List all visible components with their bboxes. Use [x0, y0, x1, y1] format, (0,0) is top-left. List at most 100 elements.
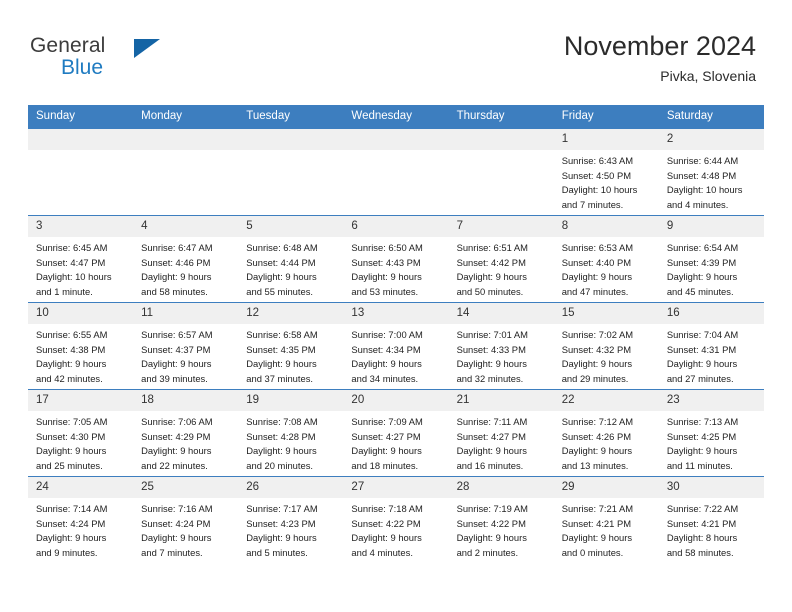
- day-details: Sunrise: 6:57 AM Sunset: 4:37 PM Daylight:…: [133, 324, 238, 386]
- daylight-text-line1: Daylight: 9 hours: [666, 358, 738, 370]
- weekday-header-sunday: Sunday: [28, 105, 134, 129]
- day-details: Sunrise: 7:06 AM Sunset: 4:29 PM Daylight:…: [133, 411, 238, 473]
- sunrise-text: Sunrise: 6:50 AM: [351, 242, 423, 253]
- day-details: Sunrise: 6:47 AM Sunset: 4:46 PM Daylight:…: [133, 237, 238, 299]
- daylight-text-line1: Daylight: 9 hours: [456, 271, 527, 283]
- weekday-header-thursday: Thursday: [448, 105, 554, 129]
- daylight-text-line2: and 1 minute.: [36, 285, 93, 297]
- sunrise-text: Sunrise: 6:44 AM: [666, 155, 739, 166]
- sunset-text: Sunset: 4:22 PM: [351, 517, 421, 529]
- daylight-text-line2: and 16 minutes.: [456, 459, 524, 471]
- daylight-text-line1: Daylight: 9 hours: [666, 271, 738, 283]
- sunset-text: Sunset: 4:26 PM: [561, 430, 632, 442]
- day-details: Sunrise: 6:44 AM Sunset: 4:48 PM Daylight:…: [659, 150, 764, 212]
- calendar-day-cell[interactable]: 14 Sunrise: 7:01 AM Sunset: 4:33 PM Dayligh…: [448, 302, 554, 390]
- daylight-text-line2: and 5 minutes.: [246, 546, 308, 558]
- calendar-day-cell[interactable]: 8 Sunrise: 6:53 AM Sunset: 4:40 PM Daylight…: [553, 215, 659, 303]
- calendar-day-cell[interactable]: 20 Sunrise: 7:09 AM Sunset: 4:27 PM Dayligh…: [343, 389, 449, 477]
- calendar-day-cell[interactable]: 15 Sunrise: 7:02 AM Sunset: 4:32 PM Dayligh…: [553, 302, 659, 390]
- calendar-day-cell[interactable]: 5 Sunrise: 6:48 AM Sunset: 4:44 PM Daylight…: [238, 215, 344, 303]
- calendar-day-cell[interactable]: 29 Sunrise: 7:21 AM Sunset: 4:21 PM Dayligh…: [553, 476, 659, 563]
- calendar-day-cell[interactable]: 12 Sunrise: 6:58 AM Sunset: 4:35 PM Dayligh…: [238, 302, 344, 390]
- day-details: Sunrise: 6:45 AM Sunset: 4:47 PM Daylight:…: [28, 237, 133, 299]
- day-number: 20: [343, 390, 449, 411]
- calendar-day-cell[interactable]: 7 Sunrise: 6:51 AM Sunset: 4:42 PM Daylight…: [448, 215, 554, 303]
- sunrise-text: Sunrise: 6:43 AM: [561, 155, 634, 166]
- calendar-day-cell[interactable]: 25 Sunrise: 7:16 AM Sunset: 4:24 PM Dayligh…: [133, 476, 239, 563]
- sunset-text: Sunset: 4:42 PM: [456, 256, 526, 268]
- calendar-day-cell[interactable]: 30 Sunrise: 7:22 AM Sunset: 4:21 PM Dayligh…: [658, 476, 764, 563]
- page-header: General Blue November 2024 Pivka, Sloven…: [0, 0, 792, 104]
- calendar-day-cell[interactable]: 28 Sunrise: 7:19 AM Sunset: 4:22 PM Dayligh…: [448, 476, 554, 563]
- daylight-text-line1: Daylight: 9 hours: [246, 358, 317, 370]
- calendar-day-cell[interactable]: 21 Sunrise: 7:11 AM Sunset: 4:27 PM Dayligh…: [448, 389, 554, 477]
- sunset-text: Sunset: 4:35 PM: [246, 343, 316, 355]
- sunrise-text: Sunrise: 6:48 AM: [246, 242, 318, 253]
- day-number: 8: [553, 216, 659, 237]
- daylight-text-line1: Daylight: 9 hours: [456, 445, 527, 457]
- calendar-day-cell[interactable]: 23 Sunrise: 7:13 AM Sunset: 4:25 PM Dayligh…: [658, 389, 764, 477]
- calendar-day-cell[interactable]: 6 Sunrise: 6:50 AM Sunset: 4:43 PM Daylight…: [343, 215, 449, 303]
- day-number: 1: [553, 129, 659, 150]
- calendar-day-cell[interactable]: 16 Sunrise: 7:04 AM Sunset: 4:31 PM Dayligh…: [658, 302, 764, 390]
- calendar-week-row: 3 Sunrise: 6:45 AM Sunset: 4:47 PM Daylight…: [28, 215, 764, 303]
- day-details: Sunrise: 7:08 AM Sunset: 4:28 PM Daylight:…: [238, 411, 343, 473]
- sunset-text: Sunset: 4:25 PM: [666, 430, 737, 442]
- day-details: Sunrise: 6:58 AM Sunset: 4:35 PM Daylight:…: [238, 324, 343, 386]
- day-number: 9: [658, 216, 764, 237]
- calendar-day-cell[interactable]: 1 Sunrise: 6:43 AM Sunset: 4:50 PM Daylight…: [553, 128, 659, 216]
- sunrise-text: Sunrise: 7:02 AM: [561, 329, 634, 340]
- weekday-header-monday: Monday: [133, 105, 239, 129]
- day-details: Sunrise: 7:17 AM Sunset: 4:23 PM Daylight:…: [238, 498, 343, 560]
- sunset-text: Sunset: 4:23 PM: [246, 517, 316, 529]
- calendar-day-cell[interactable]: 10 Sunrise: 6:55 AM Sunset: 4:38 PM Dayligh…: [28, 302, 134, 390]
- daylight-text-line2: and 13 minutes.: [561, 459, 629, 471]
- sunset-text: Sunset: 4:31 PM: [666, 343, 737, 355]
- sunset-text: Sunset: 4:22 PM: [456, 517, 526, 529]
- daylight-text-line1: Daylight: 9 hours: [351, 532, 422, 544]
- day-details: Sunrise: 7:01 AM Sunset: 4:33 PM Daylight:…: [449, 324, 554, 386]
- sunrise-text: Sunrise: 7:12 AM: [561, 416, 634, 427]
- sunrise-text: Sunrise: 7:11 AM: [456, 416, 528, 427]
- day-number: 30: [658, 477, 764, 498]
- calendar-day-cell[interactable]: 19 Sunrise: 7:08 AM Sunset: 4:28 PM Dayligh…: [238, 389, 344, 477]
- day-details: Sunrise: 6:50 AM Sunset: 4:43 PM Daylight:…: [343, 237, 448, 299]
- calendar-day-cell[interactable]: 24 Sunrise: 7:14 AM Sunset: 4:24 PM Dayligh…: [28, 476, 134, 563]
- logo-text-general: General: [30, 34, 106, 57]
- day-number: 4: [133, 216, 239, 237]
- calendar-day-cell[interactable]: 13 Sunrise: 7:00 AM Sunset: 4:34 PM Dayligh…: [343, 302, 449, 390]
- calendar-day-cell[interactable]: 18 Sunrise: 7:06 AM Sunset: 4:29 PM Dayligh…: [133, 389, 239, 477]
- calendar-day-cell[interactable]: 26 Sunrise: 7:17 AM Sunset: 4:23 PM Dayligh…: [238, 476, 344, 563]
- day-details: Sunrise: 7:19 AM Sunset: 4:22 PM Daylight:…: [449, 498, 554, 560]
- daylight-text-line2: and 25 minutes.: [36, 459, 103, 471]
- calendar-day-cell[interactable]: 4 Sunrise: 6:47 AM Sunset: 4:46 PM Daylight…: [133, 215, 239, 303]
- logo-text-blue: Blue: [61, 56, 104, 79]
- day-details: Sunrise: 6:51 AM Sunset: 4:42 PM Daylight:…: [449, 237, 554, 299]
- day-details: Sunrise: 7:09 AM Sunset: 4:27 PM Daylight:…: [343, 411, 448, 473]
- daylight-text-line2: and 39 minutes.: [141, 372, 208, 384]
- daylight-text-line2: and 2 minutes.: [456, 546, 519, 558]
- sunrise-text: Sunrise: 7:21 AM: [561, 503, 634, 514]
- calendar-day-cell[interactable]: 27 Sunrise: 7:18 AM Sunset: 4:22 PM Dayligh…: [343, 476, 449, 563]
- weekday-header-wednesday: Wednesday: [343, 105, 449, 129]
- general-blue-logo[interactable]: General Blue: [30, 34, 230, 90]
- day-details: Sunrise: 6:53 AM Sunset: 4:40 PM Daylight:…: [554, 237, 659, 299]
- calendar-day-cell[interactable]: 2 Sunrise: 6:44 AM Sunset: 4:48 PM Daylight…: [658, 128, 764, 216]
- daylight-text-line2: and 7 minutes.: [561, 198, 624, 210]
- day-number: 7: [448, 216, 554, 237]
- daylight-text-line2: and 50 minutes.: [456, 285, 524, 297]
- day-number: 10: [28, 303, 134, 324]
- sunset-text: Sunset: 4:27 PM: [351, 430, 421, 442]
- calendar-day-cell[interactable]: 22 Sunrise: 7:12 AM Sunset: 4:26 PM Dayligh…: [553, 389, 659, 477]
- calendar-day-cell[interactable]: 17 Sunrise: 7:05 AM Sunset: 4:30 PM Dayligh…: [28, 389, 134, 477]
- daylight-text-line1: Daylight: 9 hours: [351, 358, 422, 370]
- sunset-text: Sunset: 4:32 PM: [561, 343, 632, 355]
- calendar-day-cell[interactable]: 3 Sunrise: 6:45 AM Sunset: 4:47 PM Daylight…: [28, 215, 134, 303]
- calendar-day-cell[interactable]: 9 Sunrise: 6:54 AM Sunset: 4:39 PM Daylight…: [658, 215, 764, 303]
- sunset-text: Sunset: 4:38 PM: [36, 343, 106, 355]
- sunrise-text: Sunrise: 7:16 AM: [141, 503, 213, 514]
- calendar-day-cell[interactable]: 11 Sunrise: 6:57 AM Sunset: 4:37 PM Dayligh…: [133, 302, 239, 390]
- day-number: [28, 129, 134, 150]
- day-details: Sunrise: 7:11 AM Sunset: 4:27 PM Daylight:…: [449, 411, 554, 473]
- calendar-grid: Sunday Monday Tuesday Wednesday Thursday…: [28, 105, 764, 563]
